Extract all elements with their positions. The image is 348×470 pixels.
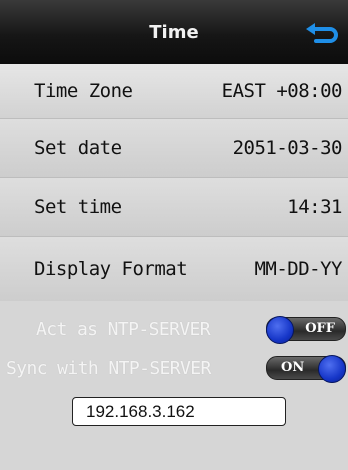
setting-row-set-time[interactable]: Set time 14:31 [0, 178, 348, 237]
sync-with-ntp-server-label: Sync with NTP-SERVER [6, 357, 211, 379]
setting-label: Time Zone [34, 80, 133, 102]
setting-value: 2051-03-30 [232, 137, 343, 159]
act-as-ntp-server-toggle[interactable]: OFF [266, 316, 346, 344]
back-button[interactable] [302, 20, 342, 48]
toggle-knob [266, 316, 294, 344]
header-bar: Time [0, 0, 348, 65]
sync-with-ntp-server-row: Sync with NTP-SERVER ON [0, 353, 348, 383]
setting-row-set-date[interactable]: Set date 2051-03-30 [0, 119, 348, 178]
act-as-ntp-server-row: Act as NTP-SERVER OFF [0, 314, 348, 344]
act-as-ntp-server-label: Act as NTP-SERVER [36, 318, 211, 340]
setting-row-display-format[interactable]: Display Format MM-DD-YY [0, 237, 348, 301]
back-arrow-icon [306, 23, 338, 43]
toggle-knob [318, 355, 346, 383]
setting-value: 14:31 [287, 196, 342, 218]
page-title: Time [149, 21, 199, 43]
toggle-state: ON [281, 360, 305, 375]
setting-label: Set time [34, 196, 122, 218]
setting-label: Display Format [34, 258, 188, 280]
setting-row-time-zone[interactable]: Time Zone EAST +08:00 [0, 64, 348, 119]
setting-value: MM-DD-YY [254, 258, 342, 280]
toggle-state: OFF [305, 321, 335, 336]
sync-with-ntp-server-toggle[interactable]: ON [266, 355, 346, 383]
setting-label: Set date [34, 137, 122, 159]
ntp-server-ip-input[interactable]: 192.168.3.162 [72, 397, 286, 426]
setting-value: EAST +08:00 [221, 80, 343, 102]
